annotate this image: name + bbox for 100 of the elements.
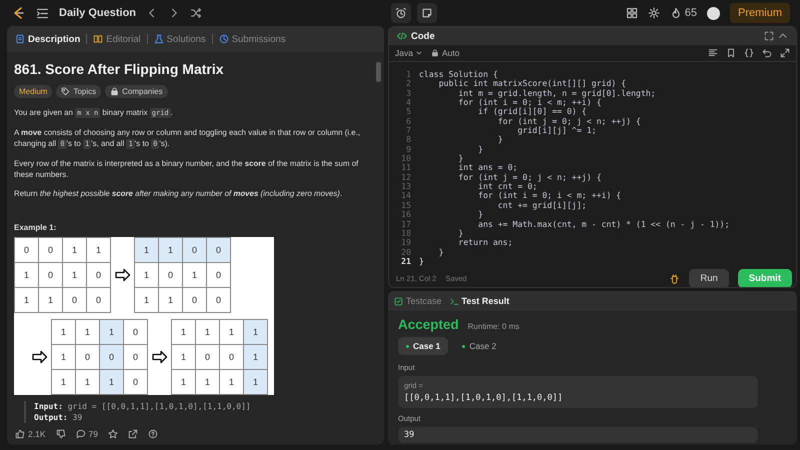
panel-tab[interactable]: Solutions [152,32,208,46]
tag-icon [61,87,70,96]
undo-icon[interactable] [762,48,772,58]
star-icon[interactable] [108,429,118,439]
code-line: int ans = 0; [457,163,518,173]
runtime-text: Runtime: 0 ms [468,322,520,331]
code-line: return ans; [457,238,513,248]
avatar[interactable] [706,6,720,20]
share-icon[interactable] [128,429,138,439]
output-value: 39 [404,430,416,440]
matrix-cell: 0 [124,370,148,395]
matrix-cell: 1 [100,370,124,395]
matrix-cell: 1 [52,345,76,370]
line-number: 6 [405,116,412,126]
line-number: 16 [400,210,412,220]
input-value: [[0,0,1,1],[1,0,1,0],[1,1,0,0]] [404,393,564,403]
code-line: } [477,144,484,154]
line-number: 2 [405,79,412,89]
result-tab[interactable]: Testcase [394,296,442,306]
alarm-clock-icon [394,7,407,19]
panel-tab[interactable]: Editorial [91,32,143,46]
result-tab[interactable]: Test Result [450,296,510,306]
debug-icon[interactable] [669,272,680,284]
topics-button[interactable]: Topics [56,85,102,98]
right-arrow-icon [150,349,168,365]
code-line: } [457,154,464,164]
matrix-cell: 1 [76,370,100,395]
run-button[interactable]: Run [689,268,729,287]
matrix-cell: 1 [196,370,220,395]
like-count: 2.1K [28,429,46,439]
chevron-down-icon [414,49,423,57]
line-number: 8 [405,135,412,145]
right-arrow-icon [114,267,132,283]
alarm-clock-button[interactable] [390,3,411,23]
example-input-text: Input: grid = [[0,0,1,1],[1,0,1,0],[1,1,0,0]] [34,401,252,412]
list-icon[interactable] [36,6,49,20]
difficulty-badge: Medium [14,85,52,98]
matrix-cell: 0 [207,288,231,313]
case-tab[interactable]: Case 2 [454,337,504,355]
code-line: public int matrixScore(int[][] grid) { [438,79,626,89]
matrix-cell: 1 [220,370,244,395]
case-tab[interactable]: Case 1 [398,337,448,355]
format-icon[interactable] [708,48,718,58]
matrix-cell: 0 [207,238,231,263]
line-number: 3 [405,88,412,98]
matrix-cell: 1 [159,288,183,313]
code-line: } [438,248,444,257]
right-arrow-icon [30,349,48,365]
matrix-cell: 0 [183,288,207,313]
panel-tab[interactable]: Description [13,32,82,46]
braces-icon[interactable] [744,48,754,58]
code-line: class Solution { [419,70,498,80]
code-line: if (grid[i][0] == 0) { [477,107,587,117]
line-number: 9 [405,144,412,154]
code-line: } [477,210,484,220]
code-panel-title: Code [411,30,436,42]
code-line: int cnt = 0; [477,182,538,192]
mode-label: Auto [442,48,460,58]
thumbs-down-icon[interactable] [56,429,66,439]
comment-icon[interactable] [76,429,86,439]
shuffle-icon[interactable] [190,7,202,19]
matrix-cell: 1 [135,288,159,313]
settings-icon[interactable] [648,7,660,19]
help-icon[interactable] [148,429,158,439]
line-number: 10 [400,154,412,164]
flame-icon[interactable] [670,7,682,19]
code-line: } [419,256,424,266]
scrollbar-thumb[interactable] [376,62,381,82]
matrix-cell: 1 [220,320,244,345]
matrix-cell: 0 [87,288,111,313]
panel-tab[interactable]: Submissions [216,32,288,46]
matrix-cell: 0 [124,345,148,370]
matrix-cell: 0 [183,238,207,263]
problem-title: 861. Score After Flipping Matrix [14,61,225,77]
matrix-cell: 0 [124,320,148,345]
matrix-cell: 1 [183,263,207,288]
matrix-cell: 1 [63,238,87,263]
language-dropdown[interactable]: Java [395,48,423,58]
matrix-cell: 1 [172,370,196,395]
matrix-cell: 1 [63,263,87,288]
problem-list-title[interactable]: Daily Question [59,7,136,19]
history-icon [218,34,229,44]
code-line: ans += Math.max(cnt, m - cnt) * (1 << (n - j - 1)); [477,220,730,229]
premium-button[interactable]: Premium [730,3,790,23]
line-number: 20 [400,248,412,257]
comment-count: 79 [88,429,98,439]
code-line: } [457,228,464,238]
code-line: for (int j = 0; j < n; ++j) { [498,116,641,126]
note-button[interactable] [416,3,437,23]
matrix-cell: 0 [207,263,231,288]
thumbs-up-icon[interactable] [15,429,25,439]
matrix-cell: 0 [159,263,183,288]
bookmark-icon[interactable] [726,48,736,58]
line-number: 14 [400,191,412,201]
maximize-icon[interactable] [764,31,774,41]
result-status: Accepted [398,317,459,332]
companies-button[interactable]: Companies [105,85,168,98]
expand-icon[interactable] [780,48,790,58]
grid-icon[interactable] [626,7,638,19]
line-number: 5 [405,107,412,117]
